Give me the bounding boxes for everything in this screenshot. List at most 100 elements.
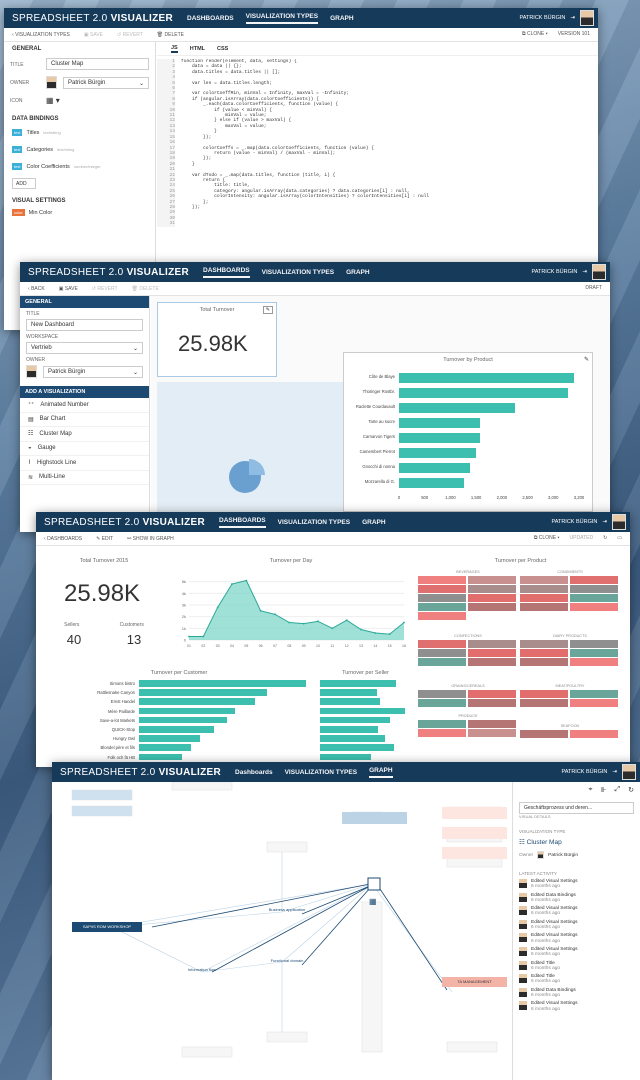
cluster-tile[interactable] xyxy=(468,699,516,707)
cluster-tile[interactable] xyxy=(570,585,618,593)
cluster-tile[interactable] xyxy=(570,576,618,584)
nav-dashboards[interactable]: DASHBOARDS xyxy=(203,267,250,278)
bar[interactable] xyxy=(320,680,396,687)
activity-item[interactable]: Edited Title 6 months ago xyxy=(519,974,634,985)
data-point[interactable] xyxy=(388,633,391,636)
logout-icon[interactable]: ⇥ xyxy=(582,269,587,275)
graph-node-ta-management[interactable]: TA MANAGEMENT xyxy=(442,977,507,987)
save-button[interactable]: ▣ SAVE xyxy=(84,32,103,38)
vis-type-animated-number[interactable]: ⁺⁺ Animated Number xyxy=(20,398,149,413)
layout-icon[interactable]: ⊪ xyxy=(600,786,606,794)
activity-item[interactable]: Edited Visual Settings 6 months ago xyxy=(519,879,634,890)
cluster-tile[interactable] xyxy=(570,690,618,698)
bar[interactable] xyxy=(139,707,236,715)
nav-dashboards[interactable]: DASHBOARDS xyxy=(187,15,234,22)
data-point[interactable] xyxy=(288,621,291,624)
nav-graph[interactable]: GRAPH xyxy=(346,269,369,276)
bar[interactable] xyxy=(139,716,227,724)
edit-button[interactable]: ✎ EDIT xyxy=(96,536,113,542)
min-color-setting[interactable]: Min Color xyxy=(29,210,53,216)
nav-visualization-types[interactable]: VISUALIZATION TYPES xyxy=(278,519,350,526)
vis-type-gauge[interactable]: ◒ Gauge xyxy=(20,442,149,456)
data-point[interactable] xyxy=(202,635,205,638)
vis-type-cluster-map[interactable]: ☷ Cluster Map xyxy=(20,427,149,442)
cluster-tile[interactable] xyxy=(468,640,516,648)
cluster-tile[interactable] xyxy=(418,658,466,666)
binding-item[interactable]: text Categories text/string xyxy=(4,141,155,158)
cluster-tile[interactable] xyxy=(468,649,516,657)
cluster-tile[interactable] xyxy=(468,603,516,611)
graph-node-functional-domain[interactable]: Functional domain xyxy=(262,958,312,963)
fullscreen-icon[interactable]: ▭ xyxy=(617,535,622,541)
title-input[interactable]: Cluster Map xyxy=(46,58,149,70)
cluster-tile[interactable] xyxy=(520,576,568,584)
activity-item[interactable]: Edited Data Bindings 6 months ago xyxy=(519,987,634,999)
brand-logo[interactable]: SPREADSHEET 2.0 VISUALIZER xyxy=(28,267,189,278)
cluster-tile[interactable] xyxy=(520,640,568,648)
bar[interactable] xyxy=(399,433,480,443)
cluster-tile[interactable] xyxy=(468,594,516,602)
cluster-tile[interactable] xyxy=(418,729,466,737)
data-point[interactable] xyxy=(374,632,377,634)
delete-button[interactable]: 🗑 DELETE xyxy=(157,32,184,38)
cluster-tile[interactable] xyxy=(520,699,568,707)
nav-visualization-types[interactable]: VISUALIZATION TYPES xyxy=(262,269,334,276)
graph-canvas[interactable]: SAP/IS ROM WORKSHOP TA MANAGEMENT Inform… xyxy=(52,781,512,1080)
bar[interactable] xyxy=(320,707,406,715)
bar[interactable] xyxy=(399,388,568,398)
activity-item[interactable]: Edited Visual Settings 6 months ago xyxy=(519,919,634,931)
cluster-tile[interactable] xyxy=(570,658,618,666)
activity-item[interactable]: Edited Visual Settings 6 months ago xyxy=(519,906,634,917)
bar[interactable] xyxy=(139,735,200,742)
tab-css[interactable]: CSS xyxy=(217,46,228,52)
activity-item[interactable]: Edited Visual Settings 6 months ago xyxy=(519,1001,634,1012)
bar[interactable] xyxy=(139,689,267,696)
vis-type-multi-line[interactable]: ≋ Multi-Line xyxy=(20,471,149,485)
cluster-tile[interactable] xyxy=(418,649,466,657)
cluster-tile[interactable] xyxy=(520,658,568,666)
activity-item[interactable]: Edited Visual Settings 6 months ago xyxy=(519,946,634,958)
nav-dashboards[interactable]: Dashboards xyxy=(235,769,273,776)
workspace-select[interactable]: Vertrieb ⌄ xyxy=(26,342,143,354)
refresh-icon[interactable]: ↻ xyxy=(603,535,607,541)
cluster-tile[interactable] xyxy=(520,649,568,657)
activity-item[interactable]: Edited Title 6 months ago xyxy=(519,960,634,972)
graph-node-business-application[interactable]: Business application xyxy=(262,907,312,912)
nav-graph[interactable]: GRAPH xyxy=(362,519,385,526)
cluster-tile[interactable] xyxy=(520,603,568,611)
back-button[interactable]: ‹ DASHBOARDS xyxy=(44,536,82,542)
cluster-tile[interactable] xyxy=(468,585,516,593)
cluster-tile[interactable] xyxy=(418,690,466,698)
data-point[interactable] xyxy=(231,583,233,585)
cluster-tile[interactable] xyxy=(570,640,618,648)
title-input[interactable]: New Dashboard xyxy=(26,319,143,331)
cluster-tile[interactable] xyxy=(520,585,568,593)
owner-select[interactable]: Patrick Bürgin ⌄ xyxy=(43,365,143,378)
nav-visualization-types[interactable]: VISUALIZATION TYPES xyxy=(245,13,319,24)
vis-type-highstock-line[interactable]: ⌇ Highstock Line xyxy=(20,456,149,471)
data-point[interactable] xyxy=(274,613,276,616)
search-input[interactable]: Geschäftsprozess und deren... xyxy=(519,802,634,814)
cluster-tile[interactable] xyxy=(570,699,618,707)
nav-dashboards[interactable]: DASHBOARDS xyxy=(219,517,266,528)
icon-picker[interactable]: ▦ ▾ xyxy=(46,96,60,105)
clone-button[interactable]: ⧉ CLONE ▾ xyxy=(522,31,548,37)
bar[interactable] xyxy=(320,744,395,751)
activity-item[interactable]: Edited Visual Settings 6 months ago xyxy=(519,933,634,944)
tab-html[interactable]: HTML xyxy=(190,46,205,52)
cluster-tile[interactable] xyxy=(418,576,466,584)
data-point[interactable] xyxy=(302,622,305,625)
bar[interactable] xyxy=(399,418,480,428)
cluster-tile[interactable] xyxy=(468,720,516,728)
bar[interactable] xyxy=(139,698,256,705)
data-point[interactable] xyxy=(216,606,219,609)
cluster-tile[interactable] xyxy=(468,729,516,737)
cluster-tile[interactable] xyxy=(418,720,466,728)
cluster-tile[interactable] xyxy=(418,699,466,707)
graph-node-sap-workshop[interactable]: SAP/IS ROM WORKSHOP xyxy=(72,922,142,932)
owner-select[interactable]: Patrick Bürgin ⌄ xyxy=(63,76,149,89)
logout-icon[interactable]: ⇥ xyxy=(602,519,607,525)
refresh-icon[interactable]: ↻ xyxy=(628,786,634,794)
cluster-tile[interactable] xyxy=(418,640,466,648)
tab-js[interactable]: JS xyxy=(171,45,178,53)
